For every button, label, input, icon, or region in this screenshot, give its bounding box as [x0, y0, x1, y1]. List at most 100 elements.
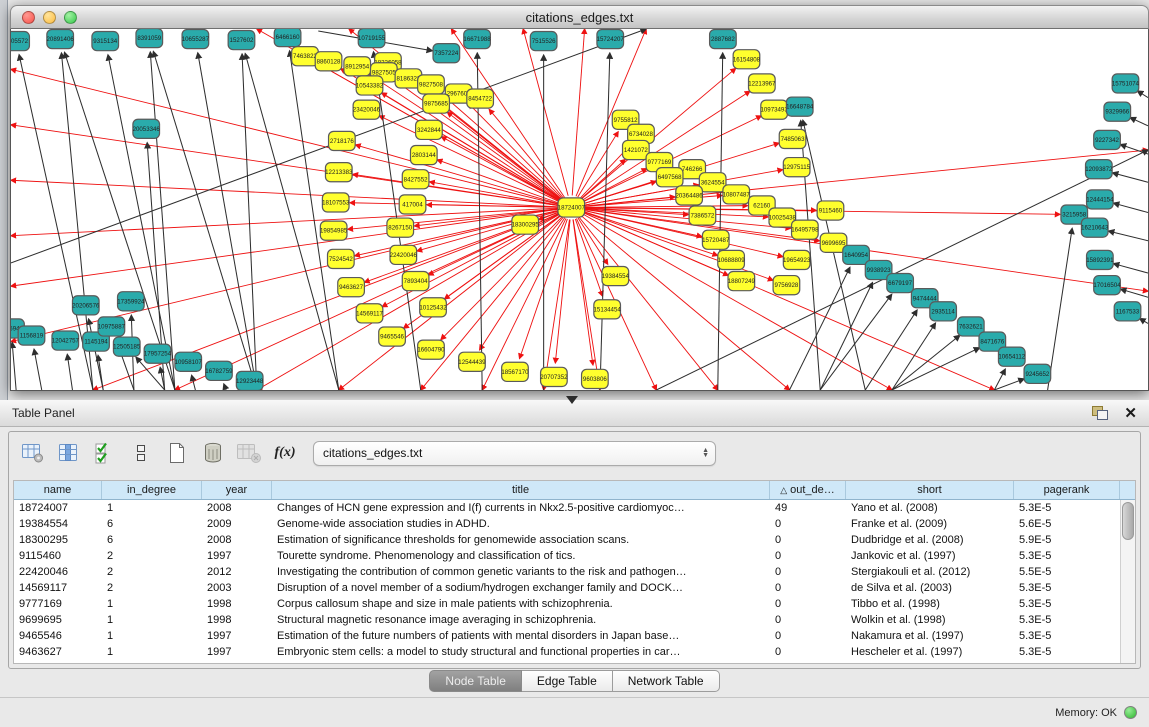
graph-node[interactable]: 2887682: [710, 30, 737, 49]
graph-node[interactable]: 1640954: [843, 245, 870, 264]
graph-node[interactable]: 17016504: [1093, 276, 1121, 295]
graph-node[interactable]: 10807487: [723, 185, 751, 204]
graph-node[interactable]: 16782759: [205, 361, 233, 380]
network-view-window[interactable]: citations_edges.txt 18724007 746382288601…: [10, 5, 1149, 391]
graph-node[interactable]: 12923448: [236, 371, 264, 390]
graph-node[interactable]: 22420046: [390, 245, 418, 264]
graph-node[interactable]: 14569117: [356, 304, 383, 323]
close-panel-icon[interactable]: ✕: [1124, 406, 1137, 421]
network-graph-svg[interactable]: 18724007 746382288601288912954 2718176 1221…: [11, 29, 1148, 390]
graph-node[interactable]: 9315134: [92, 32, 119, 51]
graph-node[interactable]: 17957254: [144, 344, 172, 363]
graph-node[interactable]: 2803144: [410, 145, 437, 164]
table-row[interactable]: 1456911722003Disruption of a novel membe…: [14, 580, 1135, 596]
graph-node[interactable]: 9827508: [418, 75, 445, 94]
graph-node[interactable]: 18724007: [558, 198, 586, 217]
graph-node[interactable]: 9463627: [338, 278, 365, 297]
graph-node[interactable]: 12093872: [1085, 160, 1113, 179]
graph-node[interactable]: 12213967: [748, 74, 776, 93]
graph-node[interactable]: 8267150: [387, 218, 414, 237]
graph-node[interactable]: 1421072: [623, 140, 650, 159]
graph-node[interactable]: 6497568: [656, 168, 683, 187]
zoom-window-button[interactable]: [64, 11, 77, 24]
delete-table-button[interactable]: [233, 438, 265, 468]
graph-node[interactable]: 16154808: [733, 50, 761, 69]
graph-node[interactable]: 6466160: [274, 29, 301, 47]
tab-edge-table[interactable]: Edge Table: [522, 670, 613, 692]
column-header-out_de[interactable]: △out_de…: [770, 481, 846, 499]
scrollbar-thumb[interactable]: [1122, 502, 1134, 540]
column-header-in_degree[interactable]: in_degree: [102, 481, 202, 499]
graph-node[interactable]: 10719155: [358, 29, 386, 48]
table-mode-button[interactable]: [125, 438, 157, 468]
graph-node[interactable]: 1156819: [18, 326, 45, 345]
graph-node[interactable]: 20053346: [133, 119, 161, 138]
graph-node[interactable]: 18107553: [322, 193, 350, 212]
minimize-window-button[interactable]: [43, 11, 56, 24]
graph-node[interactable]: 16648784: [786, 97, 814, 116]
graph-node[interactable]: 18567170: [501, 362, 529, 381]
graph-node[interactable]: 15134454: [594, 300, 622, 319]
table-row[interactable]: 969969511998Structural magnetic resonanc…: [14, 612, 1135, 628]
graph-node[interactable]: 12505185: [113, 337, 141, 356]
tab-node-table[interactable]: Node Table: [429, 670, 522, 692]
float-panel-icon[interactable]: [1092, 406, 1108, 420]
graph-node[interactable]: 19384554: [602, 266, 630, 285]
table-row[interactable]: 911546021997Tourette syndrome. Phenomeno…: [14, 548, 1135, 564]
table-row[interactable]: 977716911998Corpus callosum shape and si…: [14, 596, 1135, 612]
show-columns-button[interactable]: [53, 438, 85, 468]
column-header-year[interactable]: year: [202, 481, 272, 499]
window-titlebar[interactable]: citations_edges.txt: [10, 5, 1149, 29]
table-row[interactable]: 1830029562008Estimation of significance …: [14, 532, 1135, 548]
memory-status-icon[interactable]: [1124, 706, 1137, 719]
graph-node[interactable]: 16671988: [463, 30, 491, 49]
graph-node[interactable]: 8912954: [344, 57, 371, 76]
graph-node[interactable]: 10973493: [760, 100, 788, 119]
graph-node[interactable]: 10688809: [717, 250, 745, 269]
table-row[interactable]: 1872400712008Changes of HCN gene express…: [14, 500, 1135, 516]
function-builder-button[interactable]: f(x): [269, 438, 301, 468]
graph-node[interactable]: 16210643: [1081, 218, 1109, 237]
graph-node[interactable]: 15724207: [597, 30, 625, 49]
network-canvas[interactable]: 18724007 746382288601288912954 2718176 1221…: [10, 29, 1149, 391]
graph-node[interactable]: 8427552: [402, 170, 429, 189]
graph-node[interactable]: 3242844: [416, 120, 443, 139]
column-header-title[interactable]: title: [272, 481, 770, 499]
table-row[interactable]: 1938455462009Genome-wide association stu…: [14, 516, 1135, 532]
graph-node[interactable]: 2718176: [329, 131, 356, 150]
column-header-name[interactable]: name: [14, 481, 102, 499]
graph-node[interactable]: 12544439: [458, 352, 486, 371]
table-row[interactable]: 2242004622012Investigating the contribut…: [14, 564, 1135, 580]
table-source-select[interactable]: citations_edges.txt ▲▼: [313, 441, 716, 466]
graph-node[interactable]: 8391059: [136, 29, 163, 48]
graph-node[interactable]: 16495798: [791, 220, 819, 239]
graph-node[interactable]: 9227342: [1094, 130, 1121, 149]
graph-node[interactable]: 7463822: [292, 47, 319, 66]
table-scrollbar[interactable]: [1120, 500, 1135, 663]
select-rows-button[interactable]: [89, 438, 121, 468]
table-row[interactable]: 946554611997Estimation of the future num…: [14, 628, 1135, 644]
graph-node[interactable]: 10958107: [175, 352, 203, 371]
graph-node[interactable]: 7893404: [402, 272, 429, 291]
graph-node[interactable]: 7515526: [530, 32, 557, 51]
graph-node[interactable]: 6679197: [887, 274, 914, 293]
graph-node[interactable]: 18300295: [512, 215, 540, 234]
graph-node[interactable]: 1527602: [228, 31, 255, 50]
graph-node[interactable]: 12444154: [1086, 190, 1114, 209]
graph-node[interactable]: 16604790: [417, 340, 445, 359]
graph-node[interactable]: 3624554: [699, 173, 726, 192]
graph-node[interactable]: 7524542: [328, 249, 355, 268]
graph-node[interactable]: 20891406: [47, 30, 75, 49]
graph-node[interactable]: 10655287: [182, 30, 210, 49]
table-options-button[interactable]: [17, 438, 49, 468]
graph-node[interactable]: 2405572: [11, 32, 29, 51]
graph-node[interactable]: 19654923: [783, 250, 811, 269]
graph-node[interactable]: 9603806: [582, 369, 609, 388]
graph-node[interactable]: 10543382: [356, 76, 384, 95]
graph-node[interactable]: 8860128: [315, 52, 342, 71]
graph-node[interactable]: 15720487: [702, 230, 730, 249]
graph-node[interactable]: 9329966: [1104, 102, 1131, 121]
graph-node[interactable]: 20364486: [675, 186, 703, 205]
graph-node[interactable]: 10654112: [998, 347, 1025, 366]
graph-node[interactable]: 19854985: [320, 221, 348, 240]
